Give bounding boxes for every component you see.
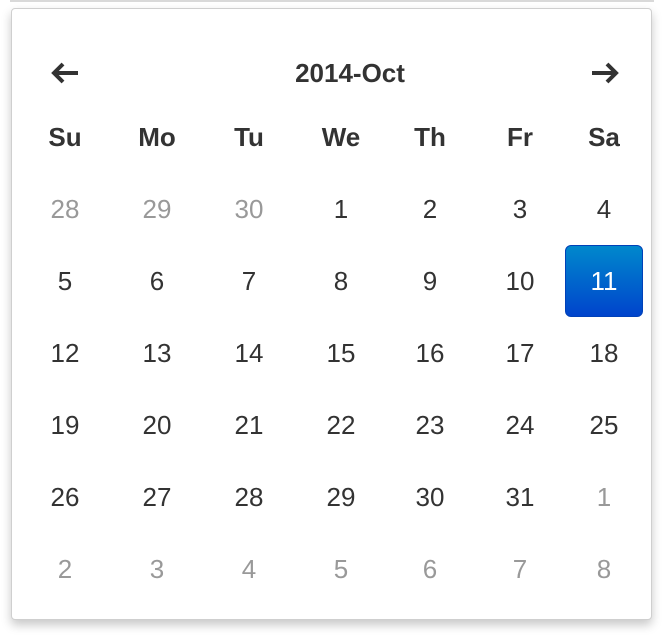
day-cell[interactable]: 28 — [26, 173, 104, 245]
day-cell[interactable]: 8 — [302, 245, 380, 317]
day-cell[interactable]: 13 — [118, 317, 196, 389]
day-cell[interactable]: 16 — [391, 317, 469, 389]
weekday-label: We — [321, 121, 361, 152]
prev-month-button[interactable] — [44, 53, 88, 93]
day-cell[interactable]: 4 — [210, 533, 288, 605]
day-cell[interactable]: 7 — [210, 245, 288, 317]
day-cell[interactable]: 19 — [26, 389, 104, 461]
day-cell[interactable]: 29 — [118, 173, 196, 245]
day-cell[interactable]: 22 — [302, 389, 380, 461]
day-cell[interactable]: 10 — [481, 245, 559, 317]
day-cell[interactable]: 2 — [26, 533, 104, 605]
day-cell-selected[interactable]: 11 — [565, 245, 643, 317]
day-cell[interactable]: 9 — [391, 245, 469, 317]
arrow-left-icon — [51, 62, 78, 84]
month-title[interactable]: 2014-Oct — [270, 53, 430, 93]
day-cell[interactable]: 17 — [481, 317, 559, 389]
day-cell[interactable]: 27 — [118, 461, 196, 533]
day-cell[interactable]: 24 — [481, 389, 559, 461]
day-cell[interactable]: 31 — [481, 461, 559, 533]
day-cell[interactable]: 21 — [210, 389, 288, 461]
day-cell[interactable]: 12 — [26, 317, 104, 389]
arrow-right-icon — [592, 62, 619, 84]
weekday-label: Mo — [138, 121, 176, 152]
day-cell[interactable]: 15 — [302, 317, 380, 389]
day-cell[interactable]: 4 — [565, 173, 643, 245]
day-cell[interactable]: 6 — [391, 533, 469, 605]
day-cell[interactable]: 30 — [391, 461, 469, 533]
day-cell[interactable]: 8 — [565, 533, 643, 605]
weekday-label: Su — [48, 121, 82, 152]
day-cell[interactable]: 25 — [565, 389, 643, 461]
next-month-button[interactable] — [582, 53, 626, 93]
top-divider — [10, 0, 654, 2]
day-cell[interactable]: 5 — [26, 245, 104, 317]
day-cell[interactable]: 6 — [118, 245, 196, 317]
day-cell[interactable]: 29 — [302, 461, 380, 533]
day-cell[interactable]: 26 — [26, 461, 104, 533]
day-cell[interactable]: 30 — [210, 173, 288, 245]
day-cell[interactable]: 18 — [565, 317, 643, 389]
weekday-label: Sa — [588, 121, 620, 152]
day-cell[interactable]: 23 — [391, 389, 469, 461]
day-cell[interactable]: 1 — [302, 173, 380, 245]
day-cell[interactable]: 7 — [481, 533, 559, 605]
day-cell[interactable]: 2 — [391, 173, 469, 245]
day-cell[interactable]: 14 — [210, 317, 288, 389]
day-cell[interactable]: 28 — [210, 461, 288, 533]
day-cell[interactable]: 3 — [481, 173, 559, 245]
weekday-label: Tu — [234, 121, 264, 152]
weekday-label: Fr — [507, 121, 533, 152]
datepicker: 2014-Oct Su Mo Tu We Th Fr Sa 28 29 30 1 2 3 4 5 6 7 8 9 1… — [11, 8, 652, 620]
day-cell[interactable]: 5 — [302, 533, 380, 605]
day-cell[interactable]: 20 — [118, 389, 196, 461]
day-cell[interactable]: 3 — [118, 533, 196, 605]
day-cell[interactable]: 1 — [565, 461, 643, 533]
weekday-label: Th — [414, 121, 446, 152]
